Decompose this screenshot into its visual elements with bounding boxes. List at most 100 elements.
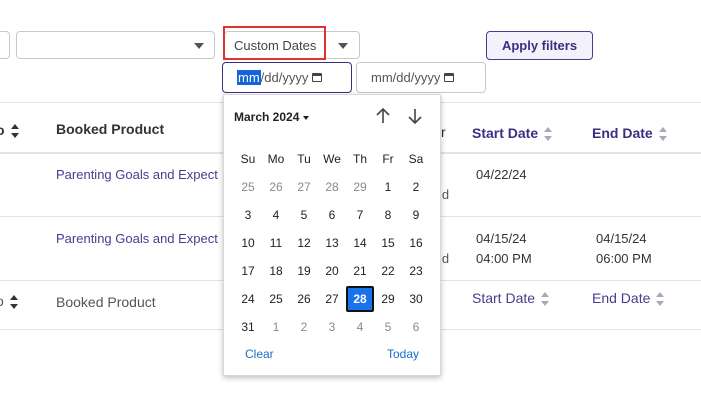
calendar-day[interactable]: 2 xyxy=(402,174,430,200)
calendar-day[interactable]: 9 xyxy=(402,202,430,228)
calendar-day[interactable]: 16 xyxy=(402,230,430,256)
filter-select-left-partial[interactable] xyxy=(0,31,10,59)
sort-icon[interactable] xyxy=(658,127,667,142)
calendar-grid: Su Mo Tu We Th Fr Sa 25 26 27 28 29 1 2 … xyxy=(234,145,430,341)
calendar-day[interactable]: 29 xyxy=(374,286,402,312)
weekday-label: Th xyxy=(352,152,367,166)
calendar-day[interactable]: 18 xyxy=(262,258,290,284)
calendar-day[interactable]: 13 xyxy=(318,230,346,256)
calendar-day[interactable]: 25 xyxy=(262,286,290,312)
footer-start-date-label: Start Date xyxy=(472,290,536,306)
calendar-day[interactable]: 14 xyxy=(346,230,374,256)
weekday-header-row: Su Mo Tu We Th Fr Sa xyxy=(234,145,430,173)
table-row-start-date: 04/15/24 xyxy=(476,231,527,246)
calendar-day[interactable]: 15 xyxy=(374,230,402,256)
filter-select[interactable] xyxy=(16,31,215,59)
start-date-input[interactable]: mm /dd/yyyy xyxy=(222,62,352,93)
next-month-arrow-down-icon[interactable] xyxy=(406,107,424,127)
chevron-down-icon xyxy=(303,115,310,120)
calendar-day[interactable]: 23 xyxy=(402,258,430,284)
calendar-day[interactable]: 26 xyxy=(262,174,290,200)
calendar-day[interactable]: 25 xyxy=(234,174,262,200)
calendar-day[interactable]: 21 xyxy=(346,258,374,284)
calendar-day[interactable]: 5 xyxy=(290,202,318,228)
calendar-day[interactable]: 4 xyxy=(346,314,374,340)
calendar-icon[interactable] xyxy=(312,73,323,82)
calendar-day[interactable]: 26 xyxy=(290,286,318,312)
footer-header-partial[interactable]: o xyxy=(0,293,18,310)
column-header-start-date[interactable]: Start Date xyxy=(472,125,553,142)
calendar-day-selected[interactable]: 28 xyxy=(346,286,374,312)
calendar-week-row: 3 4 5 6 7 8 9 xyxy=(234,201,430,229)
calendar-day[interactable]: 6 xyxy=(402,314,430,340)
weekday-label: Sa xyxy=(408,152,424,166)
calendar-day[interactable]: 10 xyxy=(234,230,262,256)
calendar-day[interactable]: 19 xyxy=(290,258,318,284)
calendar-day[interactable]: 27 xyxy=(290,174,318,200)
table-row-product-link[interactable]: Parenting Goals and Expect xyxy=(56,167,218,182)
column-header-partial[interactable]: o xyxy=(0,122,19,139)
date-picker-popup: March 2024 Su Mo Tu We Th Fr Sa 25 26 27… xyxy=(223,94,441,376)
calendar-day[interactable]: 30 xyxy=(402,286,430,312)
month-year-label: March 2024 xyxy=(234,110,300,124)
chevron-down-icon xyxy=(338,43,348,49)
end-date-header-label: End Date xyxy=(592,125,653,141)
calendar-day[interactable]: 1 xyxy=(262,314,290,340)
calendar-day[interactable]: 3 xyxy=(234,202,262,228)
today-button[interactable]: Today xyxy=(387,347,419,361)
calendar-week-row: 31 1 2 3 4 5 6 xyxy=(234,313,430,341)
calendar-day[interactable]: 29 xyxy=(346,174,374,200)
sort-icon[interactable] xyxy=(656,292,665,307)
clear-date-button[interactable]: Clear xyxy=(245,347,274,361)
month-year-selector[interactable]: March 2024 xyxy=(234,110,310,124)
calendar-day[interactable]: 6 xyxy=(318,202,346,228)
calendar-day[interactable]: 31 xyxy=(234,314,262,340)
start-date-rest-segment[interactable]: /dd/yyyy xyxy=(261,70,309,85)
calendar-day[interactable]: 5 xyxy=(374,314,402,340)
calendar-day[interactable]: 17 xyxy=(234,258,262,284)
column-header-booked-product[interactable]: Booked Product xyxy=(56,121,164,137)
sort-icon[interactable] xyxy=(10,124,19,139)
sort-icon[interactable] xyxy=(9,295,18,310)
calendar-day[interactable]: 28 xyxy=(318,174,346,200)
apply-filters-button[interactable]: Apply filters xyxy=(486,31,593,60)
weekday-label: We xyxy=(323,152,341,166)
table-row-product-link[interactable]: Parenting Goals and Expect xyxy=(56,231,218,246)
calendar-day[interactable]: 3 xyxy=(318,314,346,340)
weekday-label: Mo xyxy=(267,152,285,166)
column-header-end-date[interactable]: End Date xyxy=(592,125,667,142)
calendar-day[interactable]: 7 xyxy=(346,202,374,228)
end-date-placeholder[interactable]: mm/dd/yyyy xyxy=(371,70,440,85)
sort-icon[interactable] xyxy=(541,292,550,307)
calendar-week-row: 10 11 12 13 14 15 16 xyxy=(234,229,430,257)
end-date-input[interactable]: mm/dd/yyyy xyxy=(356,62,486,93)
previous-month-arrow-up-icon[interactable] xyxy=(374,107,392,127)
sort-icon[interactable] xyxy=(544,127,553,142)
weekday-label: Fr xyxy=(382,152,394,166)
footer-header-start-date[interactable]: Start Date xyxy=(472,290,550,307)
calendar-day[interactable]: 24 xyxy=(234,286,262,312)
weekday-label: Su xyxy=(240,152,256,166)
arrow-up-icon xyxy=(376,107,390,123)
header-partial-mark: r xyxy=(441,124,446,140)
table-row-start-date: 04/22/24 xyxy=(476,167,527,182)
calendar-day[interactable]: 22 xyxy=(374,258,402,284)
table-row-start-time: 04:00 PM xyxy=(476,251,532,266)
calendar-icon[interactable] xyxy=(444,73,455,82)
calendar-day[interactable]: 2 xyxy=(290,314,318,340)
calendar-day[interactable]: 12 xyxy=(290,230,318,256)
footer-header-end-date[interactable]: End Date xyxy=(592,290,665,307)
calendar-day[interactable]: 1 xyxy=(374,174,402,200)
calendar-day[interactable]: 4 xyxy=(262,202,290,228)
arrow-down-icon xyxy=(408,109,422,125)
chevron-down-icon xyxy=(194,43,204,49)
footer-end-date-label: End Date xyxy=(592,290,651,306)
start-date-header-label: Start Date xyxy=(472,125,539,141)
calendar-day[interactable]: 11 xyxy=(262,230,290,256)
footer-header-booked-product[interactable]: Booked Product xyxy=(56,294,156,310)
calendar-day[interactable]: 20 xyxy=(318,258,346,284)
calendar-day[interactable]: 8 xyxy=(374,202,402,228)
footer-partial-text: o xyxy=(0,293,4,309)
start-date-month-segment[interactable]: mm xyxy=(237,70,261,85)
calendar-day[interactable]: 27 xyxy=(318,286,346,312)
